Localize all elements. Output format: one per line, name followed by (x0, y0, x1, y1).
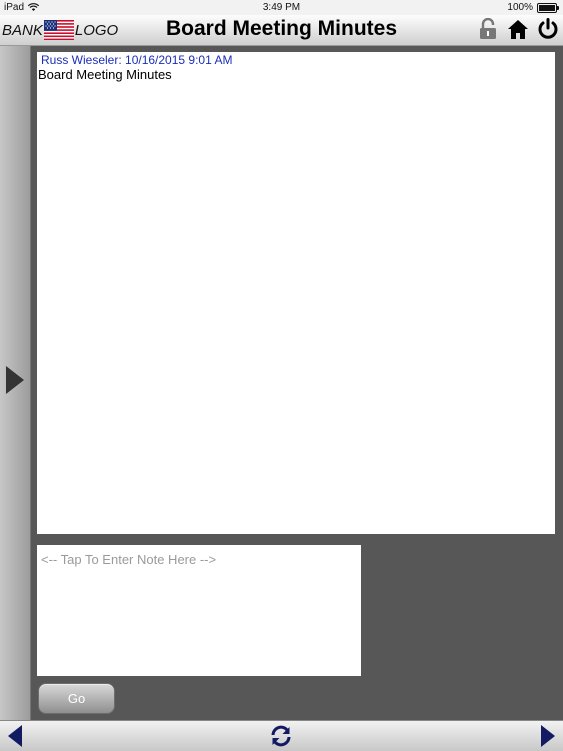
note-body: Board Meeting Minutes (38, 67, 172, 82)
refresh-icon[interactable] (269, 724, 293, 748)
battery-icon (537, 2, 559, 13)
expand-panel-arrow-icon[interactable] (6, 366, 24, 394)
status-bar: iPad 3:49 PM 100% (0, 0, 563, 15)
go-button[interactable]: Go (38, 683, 115, 714)
next-arrow-icon[interactable] (541, 725, 555, 747)
note-author-timestamp: Russ Wieseler: 10/16/2015 9:01 AM (41, 53, 233, 67)
note-entry-box[interactable] (37, 545, 361, 676)
power-icon[interactable] (537, 18, 559, 40)
header-actions (477, 18, 559, 40)
battery-percent: 100% (507, 2, 533, 13)
header-bar: BANK LOGO Board Meeting Minutes (0, 15, 563, 46)
notes-display: Russ Wieseler: 10/16/2015 9:01 AM Board … (37, 52, 555, 534)
note-entry-input[interactable] (39, 551, 343, 568)
status-right: 100% (507, 2, 559, 13)
battery-fill (539, 4, 555, 11)
footer-toolbar (0, 720, 563, 751)
unlock-icon[interactable] (477, 18, 499, 40)
previous-arrow-icon[interactable] (8, 725, 22, 747)
status-time: 3:49 PM (262, 2, 301, 13)
home-icon[interactable] (507, 18, 529, 40)
side-panel-rail (0, 46, 31, 720)
